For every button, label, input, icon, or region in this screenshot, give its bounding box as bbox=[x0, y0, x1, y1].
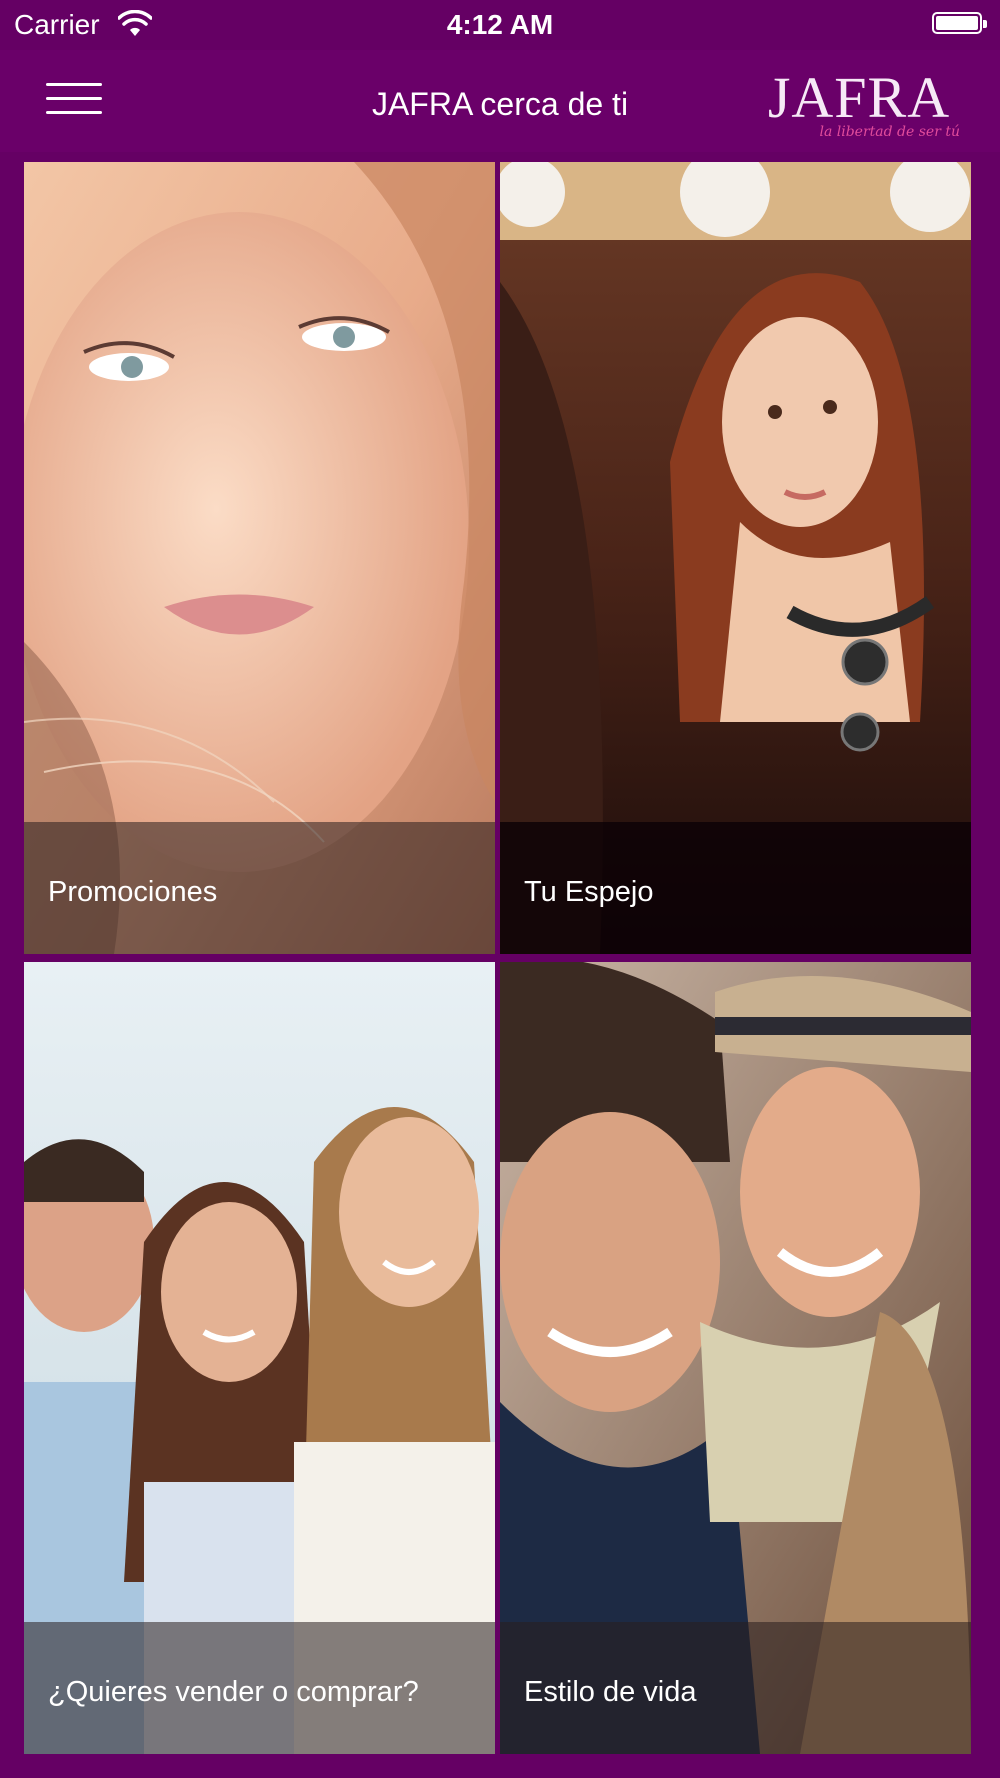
status-bar: Carrier 4:12 AM bbox=[0, 0, 1000, 50]
tile-label: Estilo de vida bbox=[524, 1676, 697, 1708]
tile-vender-comprar[interactable]: ¿Quieres vender o comprar? bbox=[24, 962, 495, 1754]
tile-caption: Tu Espejo bbox=[500, 822, 971, 954]
tile-label: Promociones bbox=[48, 876, 218, 908]
tile-label: Tu Espejo bbox=[524, 876, 654, 908]
navigation-bar: JAFRA cerca de ti JAFRA la libertad de s… bbox=[0, 50, 1000, 152]
status-time: 4:12 AM bbox=[446, 9, 554, 40]
tile-caption: Estilo de vida bbox=[500, 1622, 971, 1754]
tile-promociones[interactable]: Promociones bbox=[24, 162, 495, 954]
tile-caption: Promociones bbox=[24, 822, 495, 954]
tile-tu-espejo[interactable]: Tu Espejo bbox=[500, 162, 971, 954]
tile-caption: ¿Quieres vender o comprar? bbox=[24, 1622, 495, 1754]
jafra-logo: JAFRA la libertad de ser tú bbox=[767, 65, 960, 140]
tile-estilo-de-vida[interactable]: Estilo de vida bbox=[500, 962, 971, 1754]
tile-label: ¿Quieres vender o comprar? bbox=[48, 1676, 419, 1708]
battery-icon bbox=[932, 12, 987, 34]
